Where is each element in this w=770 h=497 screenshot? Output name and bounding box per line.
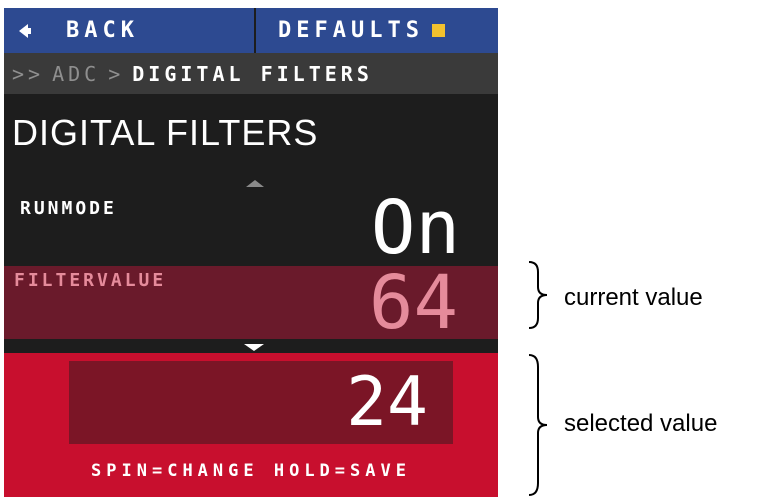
page-title: DIGITAL FILTERS	[12, 112, 319, 153]
value-selector[interactable]: 24 SPIN=CHANGE HOLD=SAVE	[4, 353, 498, 497]
control-hint: SPIN=CHANGE HOLD=SAVE	[91, 461, 411, 481]
runmode-label: RUNMODE	[20, 198, 117, 219]
breadcrumb-item-adc[interactable]: ADC	[52, 62, 100, 86]
current-value-brace-icon	[528, 261, 548, 329]
breadcrumb-prefix: >>	[12, 61, 45, 86]
back-arrow-icon	[19, 23, 31, 38]
breadcrumb: >> ADC > DIGITAL FILTERS	[4, 53, 498, 94]
runmode-value: On	[370, 185, 460, 271]
breadcrumb-current: DIGITAL FILTERS	[132, 61, 373, 86]
defaults-indicator-icon	[431, 24, 445, 37]
selected-value-annotation: selected value	[564, 410, 718, 437]
current-value-annotation: current value	[564, 284, 703, 311]
filtervalue-label: FILTERVALUE	[14, 270, 167, 291]
back-button-label: BACK	[66, 18, 139, 43]
top-bar: BACK DEFAULTS	[4, 8, 498, 53]
scroll-down-icon	[244, 344, 264, 351]
defaults-button[interactable]: DEFAULTS	[256, 8, 498, 53]
selected-value-brace-icon	[528, 354, 548, 496]
filtervalue-current-value: 64	[368, 260, 458, 346]
scroll-up-icon	[246, 180, 264, 187]
breadcrumb-separator: >	[108, 61, 125, 86]
selected-value-box: 24	[69, 361, 453, 444]
back-button[interactable]: BACK	[4, 8, 254, 53]
defaults-button-label: DEFAULTS	[278, 18, 424, 43]
selected-value: 24	[346, 363, 428, 442]
device-screen: BACK DEFAULTS >> ADC > DIGITAL FILTERS D…	[4, 8, 498, 497]
